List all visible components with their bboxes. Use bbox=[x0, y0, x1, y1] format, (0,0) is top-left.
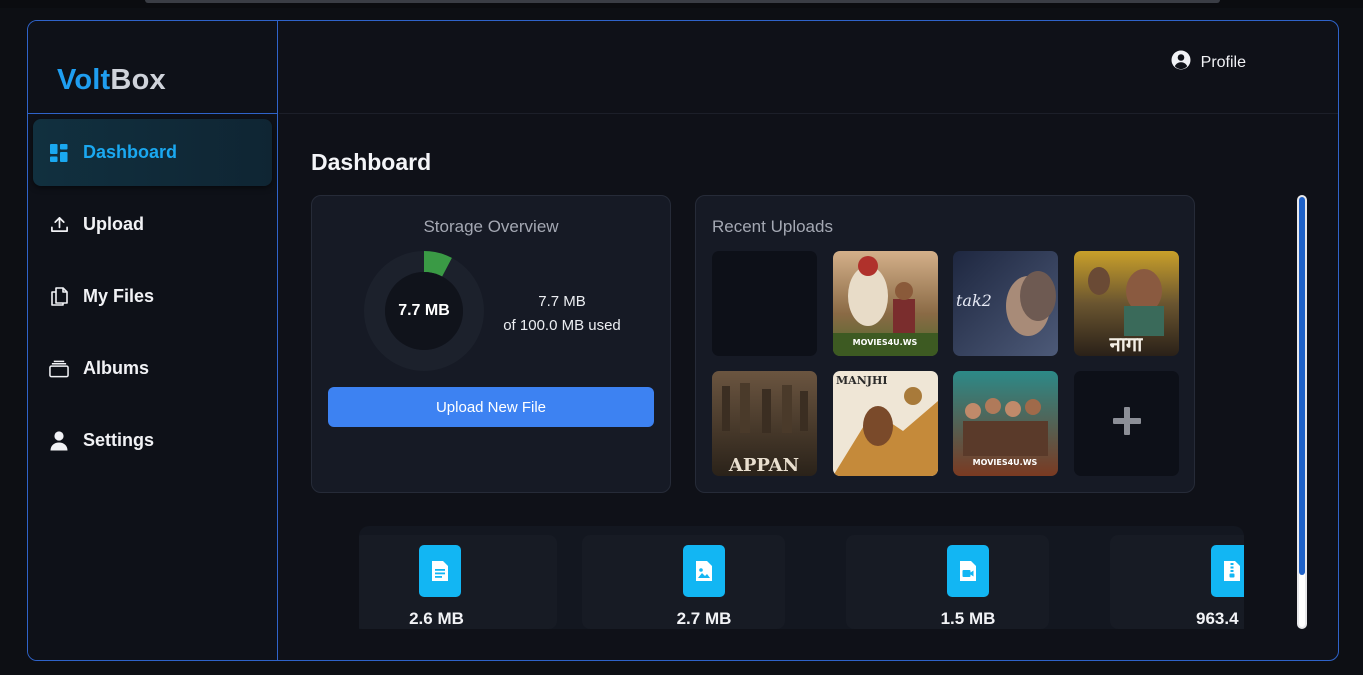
user-icon bbox=[49, 430, 69, 451]
sidebar-item-label: Settings bbox=[83, 430, 155, 450]
stat-card-images[interactable]: 2.7 MB bbox=[582, 535, 785, 629]
storage-used-line: 7.7 MB bbox=[538, 293, 586, 310]
storage-donut-chart: 7.7 MB bbox=[364, 251, 484, 371]
upload-new-file-button[interactable]: Upload New File bbox=[328, 387, 654, 427]
stat-value: 2.6 MB bbox=[409, 609, 464, 628]
sidebar-nav: Dashboard Upload My Files Albums Setting… bbox=[28, 114, 277, 474]
stat-card-archives[interactable]: 963.4 bbox=[1110, 535, 1244, 629]
svg-text:MANJHI: MANJHI bbox=[836, 374, 888, 387]
stat-value: 1.5 MB bbox=[940, 609, 996, 628]
browser-top-strip bbox=[0, 0, 1363, 8]
storage-usage-text: 7.7 MB of 100.0 MB used bbox=[492, 290, 632, 338]
sidebar-item-label: Dashboard bbox=[83, 142, 178, 162]
profile-button[interactable]: Profile bbox=[1171, 50, 1246, 75]
recent-uploads-title: Recent Uploads bbox=[712, 217, 833, 236]
svg-text:APPAN: APPAN bbox=[728, 455, 799, 476]
sidebar-item-label: My Files bbox=[83, 286, 155, 306]
thumbnail-poster-6[interactable]: MOVIES4U.WS bbox=[953, 371, 1058, 476]
archive-file-icon bbox=[1211, 545, 1244, 597]
dashboard-icon bbox=[49, 143, 69, 163]
plus-icon bbox=[1112, 406, 1142, 441]
logo-box-text: Box bbox=[110, 64, 166, 96]
file-type-stats: 2.6 MB 2.7 MB 1.5 MB 963.4 bbox=[359, 526, 1244, 629]
video-file-icon bbox=[947, 545, 989, 597]
svg-text:tak2: tak2 bbox=[956, 291, 992, 310]
sidebar-item-albums[interactable]: Albums bbox=[33, 335, 272, 402]
storage-overview-card: Storage Overview 7.7 MB 7.7 MB of 100.0 … bbox=[311, 195, 671, 493]
account-circle-icon bbox=[1171, 50, 1191, 75]
sidebar-item-my-files[interactable]: My Files bbox=[33, 263, 272, 330]
logo-volt-text: Volt bbox=[57, 64, 111, 96]
sidebar-item-label: Upload bbox=[83, 214, 144, 234]
thumbnail-poster-3[interactable]: नागा bbox=[1074, 251, 1179, 356]
document-file-icon bbox=[419, 545, 461, 597]
scrollbar-thumb[interactable] bbox=[1299, 197, 1305, 575]
browser-tab-bar bbox=[145, 0, 1220, 3]
storage-used-value: 7.7 MB bbox=[398, 302, 450, 319]
thumbnail-poster-5[interactable]: MANJHI bbox=[833, 371, 938, 476]
svg-text:नागा: नागा bbox=[1109, 332, 1144, 356]
thumbnail-poster-1[interactable]: MOVIES4U.WS bbox=[833, 251, 938, 356]
app-window: VoltBox Dashboard Upload My Files Albums… bbox=[27, 20, 1339, 661]
svg-text:MOVIES4U.WS: MOVIES4U.WS bbox=[853, 338, 918, 347]
recent-uploads-card: Recent Uploads MOVIES4U.WS tak2 नागा APP… bbox=[695, 195, 1195, 493]
stat-card-documents[interactable]: 2.6 MB bbox=[359, 535, 557, 629]
scrollbar[interactable] bbox=[1297, 195, 1307, 629]
upload-icon bbox=[49, 215, 69, 235]
albums-icon bbox=[49, 359, 69, 379]
stat-value: 2.7 MB bbox=[676, 609, 732, 628]
sidebar-item-upload[interactable]: Upload bbox=[33, 191, 272, 258]
files-icon bbox=[49, 287, 69, 307]
logo[interactable]: VoltBox bbox=[28, 21, 277, 114]
sidebar-item-label: Albums bbox=[83, 358, 150, 378]
page-title: Dashboard bbox=[311, 149, 432, 175]
stat-card-videos[interactable]: 1.5 MB bbox=[846, 535, 1049, 629]
thumbnail-poster-2[interactable]: tak2 bbox=[953, 251, 1058, 356]
thumbnail-empty[interactable] bbox=[712, 251, 817, 356]
main-content: Profile Dashboard Storage Overview 7.7 M… bbox=[279, 21, 1338, 660]
image-file-icon bbox=[683, 545, 725, 597]
storage-total-line: of 100.0 MB used bbox=[503, 317, 621, 334]
sidebar: VoltBox Dashboard Upload My Files Albums… bbox=[28, 21, 278, 660]
add-upload-tile[interactable] bbox=[1074, 371, 1179, 476]
storage-card-title: Storage Overview bbox=[423, 217, 559, 236]
sidebar-item-dashboard[interactable]: Dashboard bbox=[33, 119, 272, 186]
stat-value: 963.4 bbox=[1196, 609, 1239, 628]
profile-label: Profile bbox=[1200, 53, 1246, 71]
sidebar-item-settings[interactable]: Settings bbox=[33, 407, 272, 474]
svg-text:MOVIES4U.WS: MOVIES4U.WS bbox=[973, 458, 1038, 467]
top-bar: Profile bbox=[279, 21, 1338, 114]
thumbnail-poster-4[interactable]: APPAN bbox=[712, 371, 817, 476]
